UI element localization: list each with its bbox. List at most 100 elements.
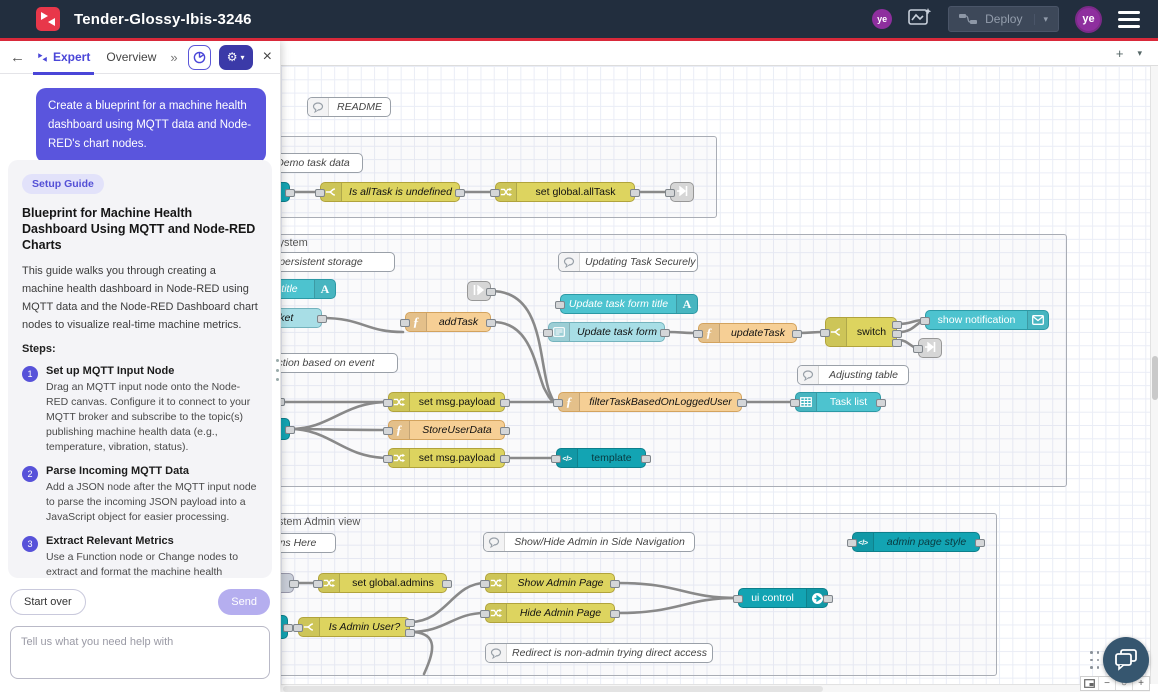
input-port[interactable]: [693, 330, 703, 338]
input-port[interactable]: [383, 399, 393, 407]
output-port[interactable]: [317, 315, 327, 323]
flowfuse-logo-icon[interactable]: [36, 7, 60, 31]
node-switch-is-alltask-undefined[interactable]: Is allTask is undefined: [320, 182, 460, 202]
ai-chat-fab[interactable]: [1103, 637, 1149, 683]
output-port[interactable]: [500, 455, 510, 463]
comment-node-redirect-non-admin[interactable]: Redirect is non-admin trying direct acce…: [485, 643, 713, 663]
node-ui-template[interactable]: </> template: [556, 448, 646, 468]
more-tabs-icon[interactable]: »: [170, 50, 177, 65]
input-port[interactable]: [551, 455, 561, 463]
input-port[interactable]: [665, 189, 675, 197]
comment-node-updating-task-securely[interactable]: Updating Task Securely: [558, 252, 698, 272]
input-port[interactable]: [313, 580, 323, 588]
output-port-edge[interactable]: [281, 398, 285, 406]
input-port[interactable]: [490, 189, 500, 197]
input-port[interactable]: [400, 319, 410, 327]
input-port[interactable]: [383, 427, 393, 435]
settings-button[interactable]: ⚙ ▾: [219, 45, 253, 70]
back-arrow-icon[interactable]: ←: [10, 49, 25, 66]
node-ui-table-task-list[interactable]: Task list: [795, 392, 881, 412]
horizontal-scrollbar-thumb[interactable]: [283, 686, 823, 692]
start-over-button[interactable]: Start over: [10, 589, 86, 615]
output-port-1[interactable]: [892, 321, 902, 329]
tab-expert[interactable]: Expert: [33, 41, 94, 74]
node-ui-text-form-title[interactable]: A form title: [281, 279, 336, 299]
flow-canvas[interactable]: system System Admin view: [281, 66, 1150, 684]
output-port[interactable]: [442, 580, 452, 588]
assistant-input[interactable]: [10, 626, 270, 679]
comment-node-adjusting-table[interactable]: Adjusting table: [797, 365, 909, 385]
input-port[interactable]: [315, 189, 325, 197]
assistant-drag-handle-icon[interactable]: [1090, 651, 1100, 671]
node-switch-is-admin-user[interactable]: Is Admin User?: [298, 617, 410, 637]
vertical-scrollbar[interactable]: [1150, 66, 1158, 684]
comment-node-show-hide-admin[interactable]: Show/Hide Admin in Side Navigation: [483, 532, 695, 552]
navigator-icon[interactable]: [1081, 677, 1098, 690]
node-change-set-msg-payload-1[interactable]: set msg.payload: [388, 392, 505, 412]
comment-node-demo-task-data[interactable]: Demo task data: [281, 153, 363, 173]
input-port[interactable]: [733, 595, 743, 603]
tab-overview[interactable]: Overview: [102, 41, 160, 74]
output-port[interactable]: [486, 319, 496, 327]
output-port-3[interactable]: [892, 339, 902, 347]
output-port[interactable]: [630, 189, 640, 197]
comment-node-admins-here[interactable]: Admins Here: [281, 533, 336, 553]
output-port[interactable]: [500, 399, 510, 407]
output-port[interactable]: [792, 330, 802, 338]
output-port-1[interactable]: [405, 619, 415, 627]
node-function-addtask[interactable]: ƒ addTask: [405, 312, 491, 332]
node-link-in[interactable]: [467, 281, 491, 301]
output-port[interactable]: [610, 580, 620, 588]
main-menu-icon[interactable]: [1118, 11, 1140, 28]
output-port[interactable]: [486, 288, 496, 296]
output-port[interactable]: [289, 580, 299, 588]
output-port[interactable]: [285, 426, 295, 434]
node-link-out[interactable]: [670, 182, 694, 202]
input-port[interactable]: [555, 301, 565, 309]
output-port[interactable]: [500, 427, 510, 435]
comment-node-action-based-on-event[interactable]: action based on event: [281, 353, 398, 373]
output-port[interactable]: [610, 610, 620, 618]
add-flow-button[interactable]: +: [1116, 46, 1124, 61]
node-change-set-global-alltask[interactable]: set global.allTask: [495, 182, 635, 202]
node-link-out[interactable]: [918, 338, 942, 358]
output-port[interactable]: [823, 595, 833, 603]
node-ui-notification[interactable]: show notification: [925, 310, 1049, 330]
vertical-scrollbar-thumb[interactable]: [1152, 356, 1158, 400]
collaborator-avatar[interactable]: ye: [872, 9, 892, 29]
group-demo-task-data[interactable]: [281, 136, 717, 218]
node-change-set-global-admins[interactable]: set global.admins: [318, 573, 447, 593]
output-port[interactable]: [641, 455, 651, 463]
input-port[interactable]: [920, 317, 930, 325]
horizontal-scrollbar[interactable]: [281, 684, 1150, 692]
node-function-storeuserdata[interactable]: ƒ StoreUserData: [388, 420, 505, 440]
comment-node-persistent-storage[interactable]: task to persistent storage: [281, 252, 395, 272]
output-port[interactable]: [876, 399, 886, 407]
usage-chart-button[interactable]: [188, 45, 211, 70]
output-port[interactable]: [455, 189, 465, 197]
send-button[interactable]: Send: [218, 589, 270, 615]
output-port[interactable]: [737, 399, 747, 407]
node-stub-gray[interactable]: [281, 573, 294, 593]
node-change-set-msg-payload-2[interactable]: set msg.payload: [388, 448, 505, 468]
input-port[interactable]: [480, 610, 490, 618]
node-switch[interactable]: switch: [825, 317, 897, 347]
flow-list-caret-icon[interactable]: ▾: [1137, 48, 1142, 59]
output-port-2[interactable]: [405, 629, 415, 637]
deploy-button[interactable]: Deploy ▾: [948, 6, 1059, 32]
output-port[interactable]: [285, 189, 295, 197]
input-port[interactable]: [847, 539, 857, 547]
input-port[interactable]: [383, 455, 393, 463]
node-ui-text-update-task-form-title[interactable]: A Update task form title: [560, 294, 698, 314]
comment-node-readme[interactable]: README: [307, 97, 391, 117]
node-change-show-admin-page[interactable]: Show Admin Page: [485, 573, 615, 593]
input-port[interactable]: [480, 580, 490, 588]
input-port[interactable]: [820, 329, 830, 337]
input-port[interactable]: [790, 399, 800, 407]
node-stub-teal[interactable]: [281, 418, 290, 440]
assistant-response-card[interactable]: Setup Guide Blueprint for Machine Health…: [8, 160, 272, 578]
node-ui-form-update-task-form[interactable]: Update task form: [548, 322, 665, 342]
input-port[interactable]: [913, 345, 923, 353]
input-port[interactable]: [293, 624, 303, 632]
node-function-filtertask[interactable]: ƒ filterTaskBasedOnLoggedUser: [558, 392, 742, 412]
